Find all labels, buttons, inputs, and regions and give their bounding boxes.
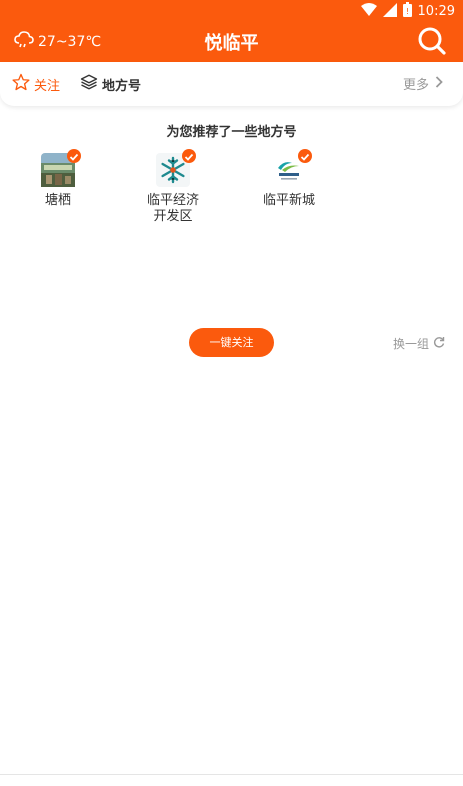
account-name: 临平经济 开发区 xyxy=(128,193,218,225)
refresh-icon xyxy=(433,336,445,351)
tab-local-label: 地方号 xyxy=(102,78,142,94)
home-icon[interactable] xyxy=(129,781,147,786)
recommended-account-tangqi[interactable]: 塘栖 xyxy=(13,149,103,209)
follow-all-button[interactable]: 一键关注 xyxy=(189,328,274,357)
more-link[interactable]: 更多 xyxy=(403,74,443,93)
tabs-bar: 关注 地方号 更多 xyxy=(0,62,463,106)
app-header: 27~37℃ 悦临平 xyxy=(0,22,463,62)
more-label: 更多 xyxy=(402,78,429,93)
user-icon[interactable] xyxy=(410,781,424,786)
account-name-line-1: 临平经济 xyxy=(146,193,199,208)
wifi-icon xyxy=(360,2,377,21)
account-logo xyxy=(156,149,196,187)
signal-icon xyxy=(382,2,397,21)
chevron-right-icon xyxy=(435,75,443,92)
recommend-title: 为您推荐了一些地方号 xyxy=(166,125,297,140)
recommended-account-linping-newtown[interactable]: 临平新城 xyxy=(244,149,334,209)
tab-follow[interactable]: 关注 xyxy=(12,73,60,95)
recommended-account-economic-zone[interactable]: 临平经济 开发区 xyxy=(128,149,218,225)
refresh-group-button[interactable]: 换一组 xyxy=(393,335,445,352)
refresh-label: 换一组 xyxy=(392,337,429,351)
account-logo xyxy=(41,149,81,187)
account-logo xyxy=(272,149,312,187)
svg-text:!: ! xyxy=(405,7,408,16)
status-time: 10:29 xyxy=(417,4,455,19)
layers-icon xyxy=(80,73,98,95)
tab-local-accounts[interactable]: 地方号 xyxy=(80,73,141,95)
checked-badge-icon xyxy=(298,149,312,163)
crown-icon[interactable] xyxy=(314,781,334,786)
tab-follow-label: 关注 xyxy=(34,78,61,94)
bottom-nav xyxy=(0,774,463,786)
checked-badge-icon xyxy=(182,149,196,163)
account-name: 塘栖 xyxy=(44,193,71,208)
news-icon[interactable] xyxy=(36,781,54,786)
status-bar: ! 10:29 xyxy=(0,0,463,20)
account-name: 临平新城 xyxy=(262,193,315,208)
checked-badge-icon xyxy=(67,149,81,163)
search-icon xyxy=(417,27,447,60)
battery-icon: ! xyxy=(402,2,412,21)
circle-icon[interactable] xyxy=(218,781,244,786)
app-title: 悦临平 xyxy=(204,33,259,54)
account-name-line-2: 开发区 xyxy=(153,209,193,224)
star-icon xyxy=(12,73,30,95)
search-button[interactable] xyxy=(417,26,447,56)
